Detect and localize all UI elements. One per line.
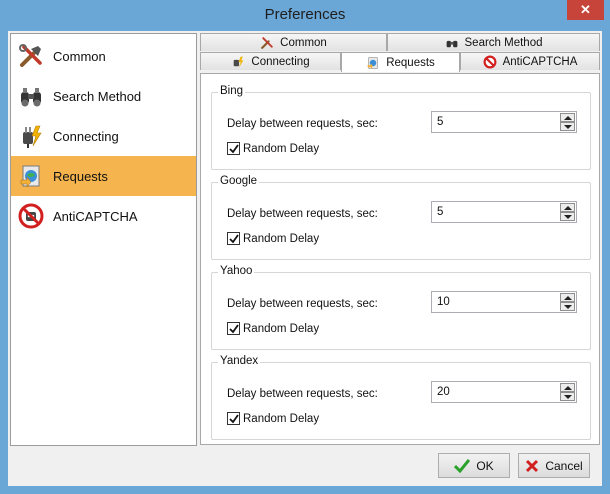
group-yahoo: Yahoo Delay between requests, sec: 10 Ra… <box>211 265 591 350</box>
group-yandex: Yandex Delay between requests, sec: 20 R… <box>211 355 591 440</box>
sidebar-item-anticaptcha[interactable]: AntiCAPTCHA <box>11 196 196 236</box>
tab-control: Common Search Method Connecting Requests <box>200 33 600 445</box>
sidebar-item-common[interactable]: Common <box>11 36 196 76</box>
spin-down-arrow-icon[interactable] <box>560 302 575 311</box>
title-bar[interactable]: Preferences ✕ <box>0 0 610 30</box>
spin-down-arrow-icon[interactable] <box>560 122 575 131</box>
binoculars-icon <box>17 82 45 110</box>
sidebar-item-label: AntiCAPTCHA <box>53 208 138 224</box>
random-delay-label: Random Delay <box>243 412 320 425</box>
tab-search-method[interactable]: Search Method <box>387 33 600 51</box>
sidebar-item-requests[interactable]: Requests <box>11 156 196 196</box>
no-robot-icon <box>17 202 45 230</box>
delay-value[interactable]: 10 <box>437 296 450 308</box>
tools-icon <box>260 36 274 50</box>
sidebar-item-search-method[interactable]: Search Method <box>11 76 196 116</box>
random-delay-label: Random Delay <box>243 322 320 335</box>
group-title: Google <box>218 175 260 187</box>
sidebar-item-connecting[interactable]: Connecting <box>11 116 196 156</box>
sidebar-item-label: Search Method <box>53 88 142 104</box>
spin-up-arrow-icon[interactable] <box>560 203 575 212</box>
category-sidebar: Common Search Method Connecting Requests <box>10 33 197 446</box>
random-delay-checkbox[interactable] <box>227 232 240 245</box>
tab-label: Requests <box>386 56 435 69</box>
spin-buttons <box>560 113 575 131</box>
spin-buttons <box>560 203 575 221</box>
cancel-label: Cancel <box>545 458 583 473</box>
ok-button[interactable]: OK <box>438 453 510 478</box>
cancel-button[interactable]: Cancel <box>518 453 590 478</box>
requests-icon <box>17 162 45 190</box>
sidebar-item-label: Connecting <box>53 128 119 144</box>
spin-up-arrow-icon[interactable] <box>560 113 575 122</box>
spin-down-arrow-icon[interactable] <box>560 212 575 221</box>
random-delay-checkbox[interactable] <box>227 322 240 335</box>
delay-spinbox[interactable]: 5 <box>431 111 577 133</box>
delay-spinbox[interactable]: 10 <box>431 291 577 313</box>
group-bing: Bing Delay between requests, sec: 5 Rand… <box>211 85 591 170</box>
client-area: Common Search Method Connecting Requests <box>8 31 602 486</box>
random-delay-checkbox-row[interactable]: Random Delay <box>227 232 319 245</box>
tools-icon <box>17 42 45 70</box>
plug-icon <box>17 122 45 150</box>
tab-label: Connecting <box>251 55 310 68</box>
tab-label: AntiCAPTCHA <box>502 55 578 68</box>
tab-label: Search Method <box>464 36 543 49</box>
preferences-window: Preferences ✕ Common Search Method Conne… <box>0 0 610 494</box>
delay-label: Delay between requests, sec: <box>227 208 378 220</box>
checkmark-icon <box>228 143 239 153</box>
tab-connecting[interactable]: Connecting <box>200 52 341 70</box>
delay-label: Delay between requests, sec: <box>227 298 378 310</box>
spin-up-arrow-icon[interactable] <box>560 293 575 302</box>
spin-down-arrow-icon[interactable] <box>560 392 575 401</box>
random-delay-label: Random Delay <box>243 232 320 245</box>
close-button[interactable]: ✕ <box>567 0 604 20</box>
random-delay-checkbox-row[interactable]: Random Delay <box>227 412 319 425</box>
delay-label: Delay between requests, sec: <box>227 388 378 400</box>
group-title: Bing <box>218 85 246 97</box>
delay-label: Delay between requests, sec: <box>227 118 378 130</box>
plug-icon <box>231 55 245 69</box>
sidebar-item-label: Common <box>53 48 106 64</box>
checkmark-icon <box>228 233 239 243</box>
group-title: Yandex <box>218 355 261 367</box>
spin-up-arrow-icon[interactable] <box>560 383 575 392</box>
random-delay-label: Random Delay <box>243 142 320 155</box>
spin-buttons <box>560 293 575 311</box>
cross-icon <box>526 459 539 472</box>
spin-buttons <box>560 383 575 401</box>
delay-value[interactable]: 5 <box>437 206 443 218</box>
requests-icon <box>366 56 380 70</box>
random-delay-checkbox[interactable] <box>227 142 240 155</box>
sidebar-item-label: Requests <box>53 168 108 184</box>
tab-anticaptcha[interactable]: AntiCAPTCHA <box>460 52 600 70</box>
tab-requests[interactable]: Requests <box>341 52 460 72</box>
delay-value[interactable]: 20 <box>437 386 450 398</box>
random-delay-checkbox-row[interactable]: Random Delay <box>227 322 319 335</box>
group-title: Yahoo <box>218 265 255 277</box>
ok-label: OK <box>476 458 494 473</box>
no-robot-icon <box>483 55 497 69</box>
delay-value[interactable]: 5 <box>437 116 443 128</box>
delay-spinbox[interactable]: 5 <box>431 201 577 223</box>
random-delay-checkbox[interactable] <box>227 412 240 425</box>
checkmark-icon <box>454 458 471 473</box>
checkmark-icon <box>228 413 239 423</box>
delay-spinbox[interactable]: 20 <box>431 381 577 403</box>
window-title: Preferences <box>264 6 346 23</box>
tab-common[interactable]: Common <box>200 33 387 51</box>
requests-tab-panel: Bing Delay between requests, sec: 5 Rand… <box>200 73 600 445</box>
tab-label: Common <box>280 36 327 49</box>
checkmark-icon <box>228 323 239 333</box>
group-google: Google Delay between requests, sec: 5 Ra… <box>211 175 591 260</box>
random-delay-checkbox-row[interactable]: Random Delay <box>227 142 319 155</box>
binoculars-icon <box>445 36 459 50</box>
